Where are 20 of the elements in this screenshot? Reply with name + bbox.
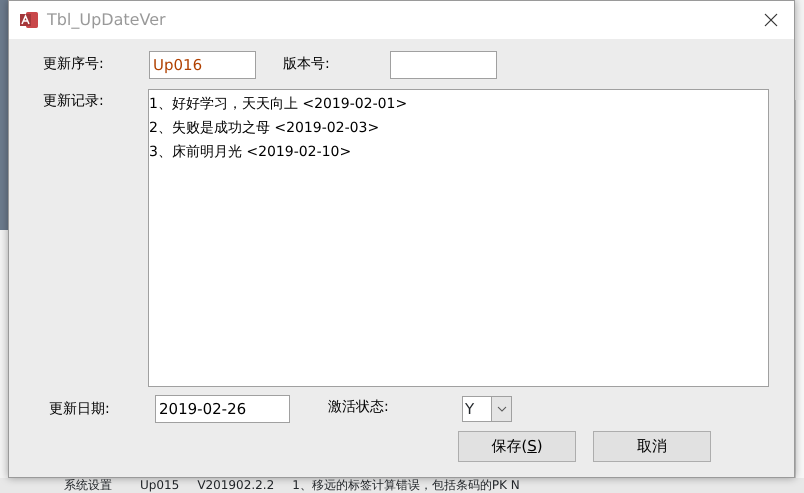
cancel-button[interactable]: 取消 bbox=[593, 431, 711, 462]
update-records-field[interactable]: 1、好好学习，天天向上 <2019-02-01> 2、失败是成功之母 <2019-02-03> 3、床前明月光 <2019-02-10> bbox=[148, 89, 769, 387]
field-label: 更新序号: bbox=[43, 55, 104, 74]
update-date-field[interactable]: 2019-02-26 bbox=[155, 395, 290, 423]
table-cell-text: 1、移远的标签计算错误，包括条码的PK N bbox=[291, 478, 521, 493]
table-cell-text: Up015 bbox=[139, 478, 180, 493]
field-label: 更新记录: bbox=[43, 92, 104, 111]
window-title: Tbl_UpDateVer bbox=[47, 9, 166, 31]
version-number-field[interactable] bbox=[390, 51, 497, 79]
active-status-dropdown[interactable]: Y bbox=[462, 396, 512, 422]
field-label: 激活状态: bbox=[328, 398, 389, 417]
field-label: 版本号: bbox=[283, 55, 330, 74]
table-cell-text: V201902.2.2 bbox=[196, 478, 276, 493]
field-label: 更新日期: bbox=[49, 400, 110, 419]
save-button[interactable]: 保存(S) bbox=[458, 431, 576, 462]
update-number-field[interactable]: Up016 bbox=[149, 51, 256, 79]
caret-icon bbox=[491, 397, 511, 421]
table-cell-text: 系统设置 bbox=[63, 478, 113, 493]
close-icon bbox=[764, 13, 778, 27]
app-icon bbox=[19, 10, 39, 30]
